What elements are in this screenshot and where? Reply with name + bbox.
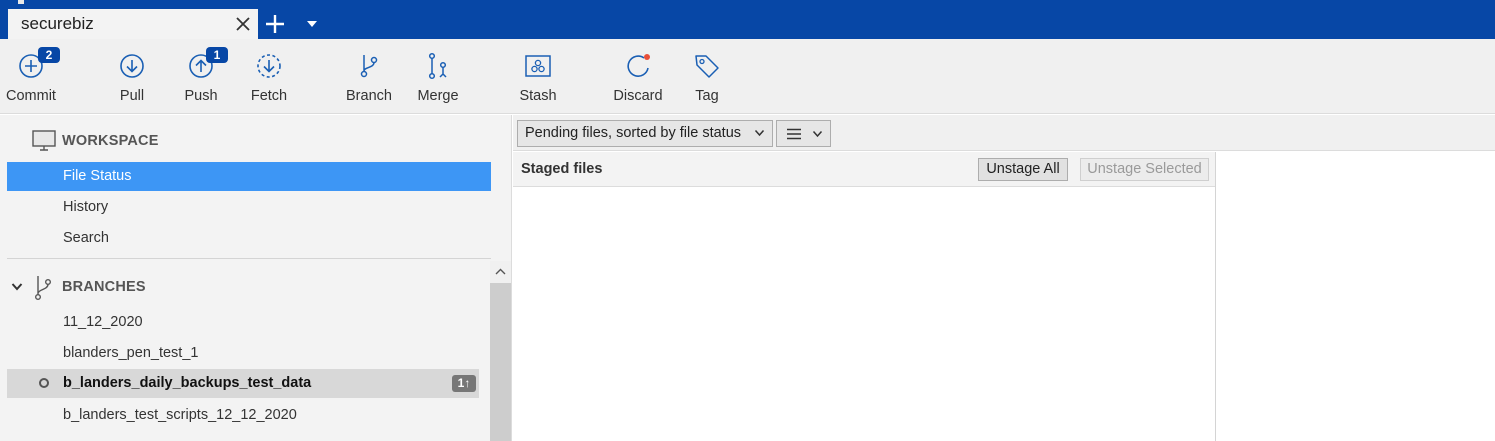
- sidebar-divider: [7, 258, 491, 259]
- commit-button[interactable]: 2 Commit: [0, 39, 62, 114]
- push-button[interactable]: 1 Push: [175, 39, 228, 114]
- sidebar-item-search[interactable]: Search: [7, 224, 491, 253]
- repo-tab-label: securebiz: [21, 14, 94, 33]
- new-tab-plus-icon[interactable]: [264, 13, 286, 35]
- branch-icon: [35, 276, 51, 301]
- repo-tab[interactable]: securebiz: [8, 9, 258, 39]
- commit-count-badge: 2: [38, 47, 60, 63]
- current-branch-indicator-icon: [39, 378, 49, 388]
- push-label: Push: [184, 88, 218, 104]
- branches-title: BRANCHES: [62, 279, 146, 295]
- fetch-icon: [257, 54, 281, 78]
- staged-files-title: Staged files: [521, 161, 603, 177]
- sidebar-item-file-status[interactable]: File Status: [7, 162, 491, 191]
- pull-button[interactable]: Pull: [106, 39, 158, 114]
- branch-label: Branch: [346, 88, 392, 104]
- chevron-down-icon: [754, 130, 765, 137]
- pull-icon: [120, 54, 144, 78]
- sort-select-value: Pending files, sorted by file status: [525, 125, 742, 141]
- filter-bar: Pending files, sorted by file status: [513, 115, 1495, 151]
- stash-label: Stash: [519, 88, 557, 104]
- merge-button[interactable]: Merge: [412, 39, 464, 114]
- sidebar-scrollbar[interactable]: [490, 261, 511, 441]
- toolbar: 2 Commit Pull 1 Push Fetch Branch Merge …: [0, 39, 1495, 114]
- commit-label: Commit: [6, 88, 56, 104]
- fetch-label: Fetch: [250, 88, 288, 104]
- unstage-selected-button[interactable]: Unstage Selected: [1080, 158, 1209, 181]
- discard-label: Discard: [613, 88, 663, 104]
- discard-icon: [627, 54, 650, 77]
- tab-menu-chevron-down-icon[interactable]: [305, 19, 319, 29]
- title-bar: securebiz: [0, 0, 1495, 39]
- chevron-down-icon[interactable]: [11, 282, 23, 291]
- sidebar: WORKSPACE File Status History Search BRA…: [0, 115, 512, 441]
- list-icon: [787, 128, 801, 140]
- branches-header[interactable]: BRANCHES: [0, 267, 490, 307]
- tag-icon: [695, 55, 719, 78]
- branch-item[interactable]: blanders_pen_test_1: [7, 339, 479, 368]
- sidebar-item-history[interactable]: History: [7, 193, 491, 222]
- workspace-title: WORKSPACE: [62, 133, 159, 149]
- diff-pane: [1217, 152, 1495, 441]
- stash-button[interactable]: Stash: [513, 39, 563, 114]
- pull-label: Pull: [119, 88, 145, 104]
- unstage-all-button[interactable]: Unstage All: [978, 158, 1068, 181]
- staged-files-pane: Staged files Unstage All Unstage Selecte…: [513, 152, 1216, 441]
- branch-icon: [360, 55, 378, 78]
- tag-label: Tag: [695, 88, 719, 104]
- push-count-badge: 1: [206, 47, 228, 63]
- close-icon[interactable]: [234, 15, 252, 33]
- stash-icon: [525, 55, 551, 77]
- tag-button[interactable]: Tag: [684, 39, 730, 114]
- monitor-icon: [32, 130, 56, 151]
- staged-files-header: Staged files Unstage All Unstage Selecte…: [513, 152, 1215, 187]
- chevron-down-icon: [812, 131, 823, 138]
- branch-button[interactable]: Branch: [342, 39, 396, 114]
- branch-item[interactable]: b_landers_test_scripts_12_12_2020: [7, 401, 479, 430]
- main-pane: Pending files, sorted by file status Sta…: [513, 115, 1495, 441]
- fetch-button[interactable]: Fetch: [243, 39, 295, 114]
- view-mode-select[interactable]: [776, 120, 831, 147]
- ahead-count-badge: 1↑: [452, 375, 476, 392]
- discard-button[interactable]: Discard: [608, 39, 668, 114]
- workspace-header[interactable]: WORKSPACE: [0, 121, 490, 161]
- scroll-up-chevron-icon[interactable]: [490, 263, 511, 281]
- branch-item[interactable]: 11_12_2020: [7, 308, 479, 337]
- branch-item-current[interactable]: b_landers_daily_backups_test_data 1↑: [7, 369, 479, 398]
- merge-label: Merge: [417, 88, 459, 104]
- merge-icon: [428, 52, 447, 80]
- sort-select[interactable]: Pending files, sorted by file status: [517, 120, 773, 147]
- app-icon: [18, 0, 24, 4]
- scrollbar-thumb[interactable]: [490, 283, 511, 441]
- branch-item-label: b_landers_daily_backups_test_data: [63, 375, 312, 391]
